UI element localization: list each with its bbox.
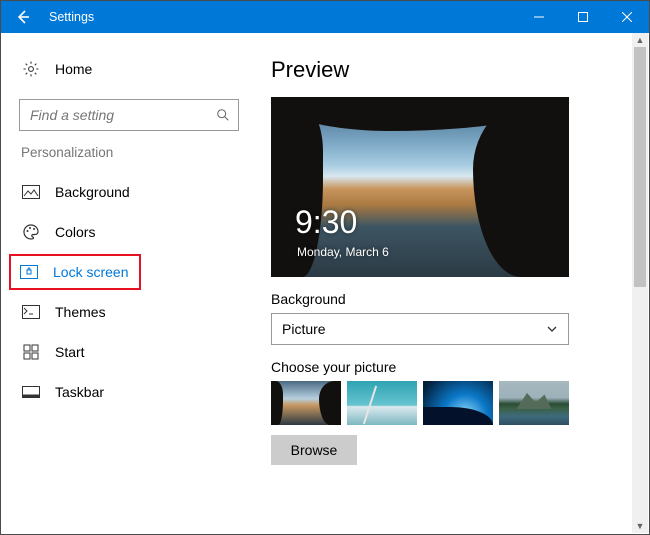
vertical-scrollbar[interactable]: ▲ ▼ [632,33,648,533]
dropdown-value: Picture [282,321,326,337]
window-title: Settings [49,10,94,24]
lock-screen-icon [19,262,39,282]
search-input[interactable] [28,106,216,124]
sidebar-item-taskbar[interactable]: Taskbar [19,374,253,410]
window-controls [517,1,649,33]
close-button[interactable] [605,1,649,33]
close-icon [622,12,632,22]
minimize-icon [534,12,544,22]
sidebar: Home Personalization Background Colo [1,33,271,534]
sidebar-item-label: Taskbar [55,384,104,400]
background-label: Background [271,291,625,307]
search-icon [216,108,230,122]
preview-date: Monday, March 6 [297,245,389,259]
scrollbar-thumb[interactable] [634,47,646,287]
scroll-up-arrow-icon[interactable]: ▲ [632,33,648,47]
arrow-left-icon [15,9,31,25]
lock-screen-preview: 9:30 Monday, March 6 [271,97,569,277]
preview-time: 9:30 [295,204,357,241]
back-button[interactable] [1,1,45,33]
titlebar: Settings [1,1,649,33]
choose-picture-label: Choose your picture [271,359,625,375]
start-icon [21,342,41,362]
palette-icon [21,222,41,242]
background-dropdown[interactable]: Picture [271,313,569,345]
scroll-down-arrow-icon[interactable]: ▼ [632,519,648,533]
sidebar-item-colors[interactable]: Colors [19,214,253,250]
sidebar-item-label: Lock screen [53,264,128,280]
picture-thumbnail-4[interactable] [499,381,569,425]
preview-heading: Preview [271,57,625,83]
maximize-button[interactable] [561,1,605,33]
sidebar-item-label: Colors [55,224,95,240]
picture-thumbnail-3[interactable] [423,381,493,425]
maximize-icon [578,12,588,22]
settings-window: Settings Home [0,0,650,535]
search-box[interactable] [19,99,239,131]
category-label: Personalization [21,145,253,160]
browse-button[interactable]: Browse [271,435,357,465]
sidebar-item-themes[interactable]: Themes [19,294,253,330]
picture-thumbnail-1[interactable] [271,381,341,425]
sidebar-item-label: Themes [55,304,106,320]
taskbar-icon [21,382,41,402]
picture-thumbnails [271,381,625,425]
sidebar-item-start[interactable]: Start [19,334,253,370]
chevron-down-icon [546,323,558,335]
themes-icon [21,302,41,322]
home-label: Home [55,61,92,77]
sidebar-item-background[interactable]: Background [19,174,253,210]
picture-thumbnail-2[interactable] [347,381,417,425]
sidebar-item-label: Start [55,344,85,360]
minimize-button[interactable] [517,1,561,33]
home-nav[interactable]: Home [21,57,253,81]
picture-icon [21,182,41,202]
gear-icon [21,59,41,79]
sidebar-item-label: Background [55,184,130,200]
main-panel: Preview 9:30 Monday, March 6 Background … [271,33,649,534]
content-area: Home Personalization Background Colo [1,33,649,534]
sidebar-item-lock-screen[interactable]: Lock screen [9,254,141,290]
